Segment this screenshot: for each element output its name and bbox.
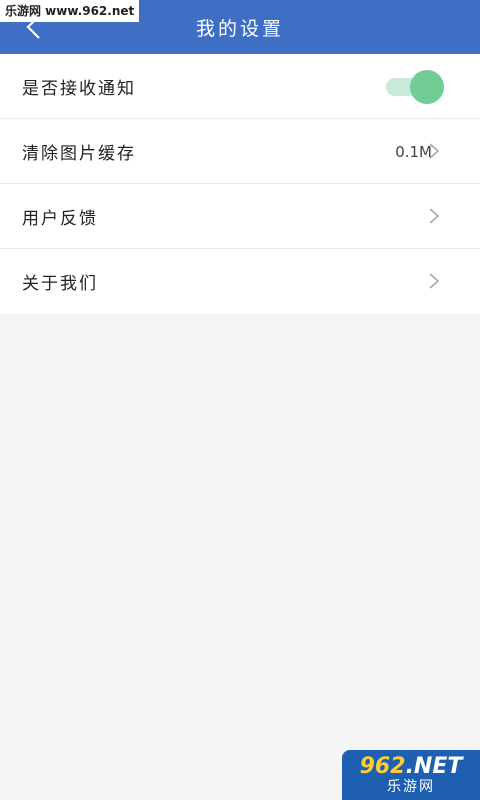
settings-row-clear-cache[interactable]: 清除图片缓存 0.1M [0, 119, 480, 184]
feedback-label: 用户反馈 [22, 208, 98, 229]
notifications-toggle[interactable] [386, 70, 444, 104]
settings-row-about[interactable]: 关于我们 [0, 249, 480, 314]
cache-size-value: 0.1M [395, 142, 432, 161]
chevron-right-icon [429, 273, 440, 289]
settings-row-notifications: 是否接收通知 [0, 54, 480, 119]
page-title: 我的设置 [195, 17, 284, 40]
watermark-top: 乐游网 www.962.net [0, 0, 140, 22]
watermark-logo: 962.NET 乐游网 [342, 750, 480, 800]
watermark-sub: 乐游网 [387, 779, 435, 795]
chevron-right-icon [429, 208, 440, 224]
about-label: 关于我们 [22, 274, 98, 294]
settings-row-feedback[interactable]: 用户反馈 [0, 184, 480, 249]
toggle-knob [410, 70, 444, 104]
clear-cache-label: 清除图片缓存 [22, 143, 136, 164]
notifications-label: 是否接收通知 [22, 78, 136, 99]
watermark-brand: 962.NET [359, 754, 463, 779]
settings-list: 是否接收通知 清除图片缓存 0.1M 用户反馈 关于我们 [0, 54, 480, 314]
chevron-right-icon [429, 143, 440, 159]
